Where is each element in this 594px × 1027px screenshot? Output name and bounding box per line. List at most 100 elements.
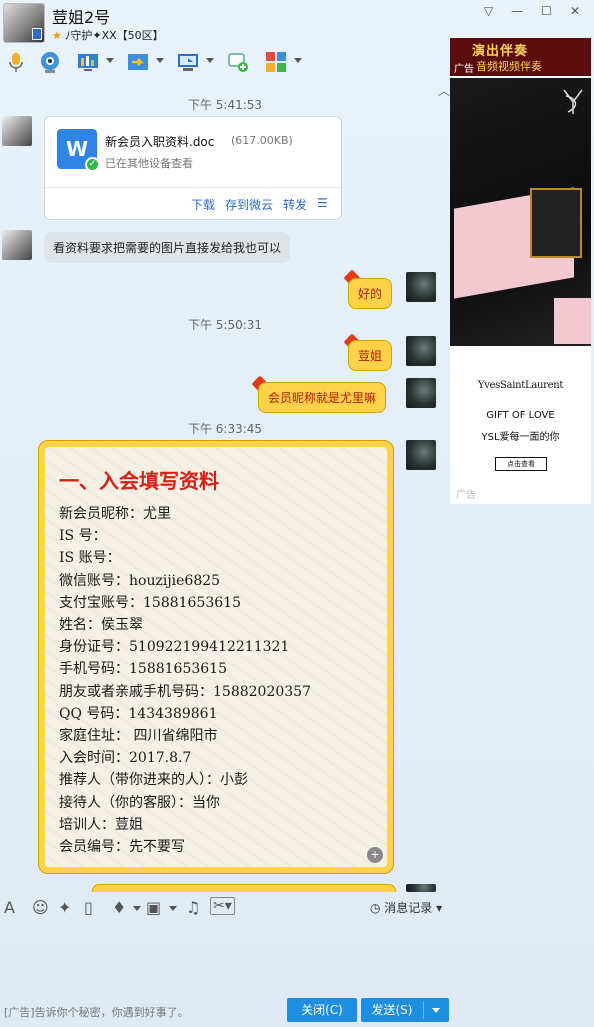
maximize-icon[interactable]: ☐ <box>541 4 552 18</box>
input-toolbar: A ☺ ✦ ▯ ♦ ▣ ♫ ✂▾ ◷ 消息记录 ▾ <box>0 892 450 922</box>
ad-banner-subtitle: 音频视频伴奏 <box>476 60 542 73</box>
ad-tag: 广告 <box>456 490 476 501</box>
form-line: 新会员昵称：尤里 <box>59 506 171 522</box>
video-call-icon[interactable] <box>38 50 62 74</box>
zoom-in-icon[interactable]: + <box>367 847 383 863</box>
timestamp: 下午 5:41:53 <box>187 98 263 112</box>
bottom-ad-text[interactable]: [广告]告诉你个秘密，你遇到好事了。 <box>4 1004 189 1020</box>
form-line: IS 账号： <box>59 550 121 567</box>
more-icon[interactable]: ☰ <box>317 196 328 210</box>
file-status: 已在其他设备查看 <box>105 157 193 170</box>
self-avatar[interactable] <box>406 272 436 302</box>
minimize-icon[interactable]: — <box>511 4 523 18</box>
ad-brand: YvesSaintLaurent <box>477 380 564 391</box>
download-link[interactable]: 下载 <box>191 196 215 213</box>
chevron-down-icon[interactable] <box>133 906 141 911</box>
close-icon[interactable]: ✕ <box>570 4 580 18</box>
message-input[interactable] <box>0 922 450 992</box>
chevron-down-icon[interactable] <box>156 58 164 63</box>
new-chat-icon[interactable] <box>226 50 250 74</box>
contact-status: ★ ﾉ守护✦XX【50区】 <box>52 27 164 43</box>
font-icon[interactable]: A <box>4 898 15 917</box>
emoji-icon[interactable]: ☺ <box>32 898 49 917</box>
next-message-bubble[interactable] <box>92 884 396 892</box>
form-line: IS 号： <box>59 528 107 545</box>
contact-name[interactable]: 荳姐2号 <box>52 4 110 28</box>
apps-icon[interactable] <box>264 50 288 74</box>
self-avatar[interactable] <box>406 336 436 366</box>
close-button[interactable]: 关闭(C) <box>287 998 357 1022</box>
form-line: 手机号码：15881653615 <box>59 661 227 678</box>
voice-icon[interactable]: ♦ <box>112 898 126 917</box>
divider <box>423 1001 424 1019</box>
check-icon: ✓ <box>85 157 100 172</box>
ad-view-button[interactable]: 点击查看 <box>495 457 547 471</box>
ad-panel[interactable]: 演出伴奏 音频视频伴奏 广告 YvesSaintLaurent GIFT OF … <box>450 38 591 504</box>
sender-avatar[interactable] <box>2 230 32 260</box>
timestamp: 下午 5:50:31 <box>187 318 263 332</box>
chevron-down-icon[interactable] <box>294 58 302 63</box>
self-avatar[interactable] <box>406 884 436 892</box>
ad-headline: GIFT OF LOVE <box>486 410 555 421</box>
chevron-down-icon[interactable] <box>169 906 177 911</box>
self-avatar[interactable] <box>406 378 436 408</box>
product-box <box>530 188 582 258</box>
remote-desktop-icon[interactable] <box>176 50 200 74</box>
product-box <box>554 298 591 344</box>
magic-icon[interactable]: ✦ <box>58 898 71 917</box>
message-bubble[interactable]: 好的 <box>348 278 393 309</box>
forward-link[interactable]: 转发 <box>283 196 307 213</box>
bottom-bar: [广告]告诉你个秘密，你遇到好事了。 关闭(C) 发送(S) <box>0 995 450 1027</box>
chat-history[interactable]: 下午 5:41:53 W ✓ 新会员入职资料.doc (617.00KB) 已在… <box>0 86 450 892</box>
message-bubble[interactable]: 荳姐 <box>348 340 393 371</box>
message-history-button[interactable]: ◷ 消息记录 ▾ <box>370 899 442 916</box>
star-icon: ★ <box>52 29 62 42</box>
file-message[interactable]: W ✓ 新会员入职资料.doc (617.00KB) 已在其他设备查看 下载 存… <box>44 116 342 220</box>
form-line: 微信账号：houzijie6825 <box>59 572 221 589</box>
ysl-logo-icon <box>563 89 583 114</box>
file-transfer-icon[interactable] <box>126 50 150 74</box>
form-line: 推荐人（带你进来的人）：小彭 <box>59 772 248 789</box>
chevron-down-icon[interactable] <box>432 1008 440 1013</box>
chevron-down-icon[interactable] <box>206 58 214 63</box>
form-line: 家庭住址： 四川省绵阳市 <box>59 728 218 745</box>
screenshot-icon[interactable]: ✂▾ <box>210 897 235 915</box>
chevron-down-icon[interactable] <box>106 58 114 63</box>
shake-icon[interactable]: ▯ <box>84 898 93 917</box>
ad-banner-title: 演出伴奏 <box>472 44 529 59</box>
form-line: QQ 号码：1434389861 <box>59 705 218 722</box>
ad-subline: YSL爱每一面的你 <box>481 432 560 443</box>
file-size: (617.00KB) <box>231 134 293 147</box>
ad-banner[interactable]: 演出伴奏 音频视频伴奏 广告 <box>450 38 591 76</box>
form-line: 身份证号：510922199412211321 <box>59 639 290 656</box>
form-line: 朋友或者亲戚手机号码：15882020357 <box>59 683 311 700</box>
send-label: 发送(S) <box>371 1003 413 1017</box>
message-bubble[interactable]: 看资料要求把需要的图片直接发给我也可以 <box>44 232 291 263</box>
timestamp: 下午 6:33:45 <box>187 422 263 436</box>
form-title: 一、入会填写资料 <box>59 469 219 493</box>
message-bubble[interactable]: 会员昵称就是尤里嘛 <box>258 382 387 413</box>
send-button[interactable]: 发送(S) <box>361 998 449 1022</box>
file-name[interactable]: 新会员入职资料.doc <box>105 133 214 150</box>
self-avatar[interactable] <box>406 440 436 470</box>
form-line: 培训人：荳姐 <box>59 816 143 833</box>
form-line: 会员编号：先不要写 <box>59 839 185 856</box>
save-cloud-link[interactable]: 存到微云 <box>225 196 273 213</box>
collapse-ad-icon[interactable]: ︿ <box>438 82 450 99</box>
screen-share-icon[interactable] <box>76 50 100 74</box>
image-icon[interactable]: ▣ <box>146 898 161 917</box>
file-actions: 下载 存到微云 转发 ☰ <box>45 187 341 220</box>
form-image-message[interactable]: 一、入会填写资料 新会员昵称：尤里 IS 号： IS 账号： 微信账号：houz… <box>38 440 394 874</box>
menu-down-icon[interactable]: ▽ <box>484 4 493 18</box>
ad-product-image[interactable] <box>450 78 591 346</box>
form-line: 支付宝账号：15881653615 <box>59 594 241 611</box>
microphone-icon[interactable] <box>4 50 28 74</box>
form-line: 姓名：侯玉翠 <box>59 617 143 634</box>
contact-avatar[interactable] <box>3 3 45 43</box>
ad-tag: 广告 <box>454 64 474 75</box>
form-paper: 一、入会填写资料 新会员昵称：尤里 IS 号： IS 账号： 微信账号：houz… <box>45 447 387 867</box>
history-label: 消息记录 <box>384 901 433 915</box>
window-controls: ▽ — ☐ ✕ <box>484 4 580 18</box>
music-icon[interactable]: ♫ <box>186 898 200 917</box>
sender-avatar[interactable] <box>2 116 32 146</box>
